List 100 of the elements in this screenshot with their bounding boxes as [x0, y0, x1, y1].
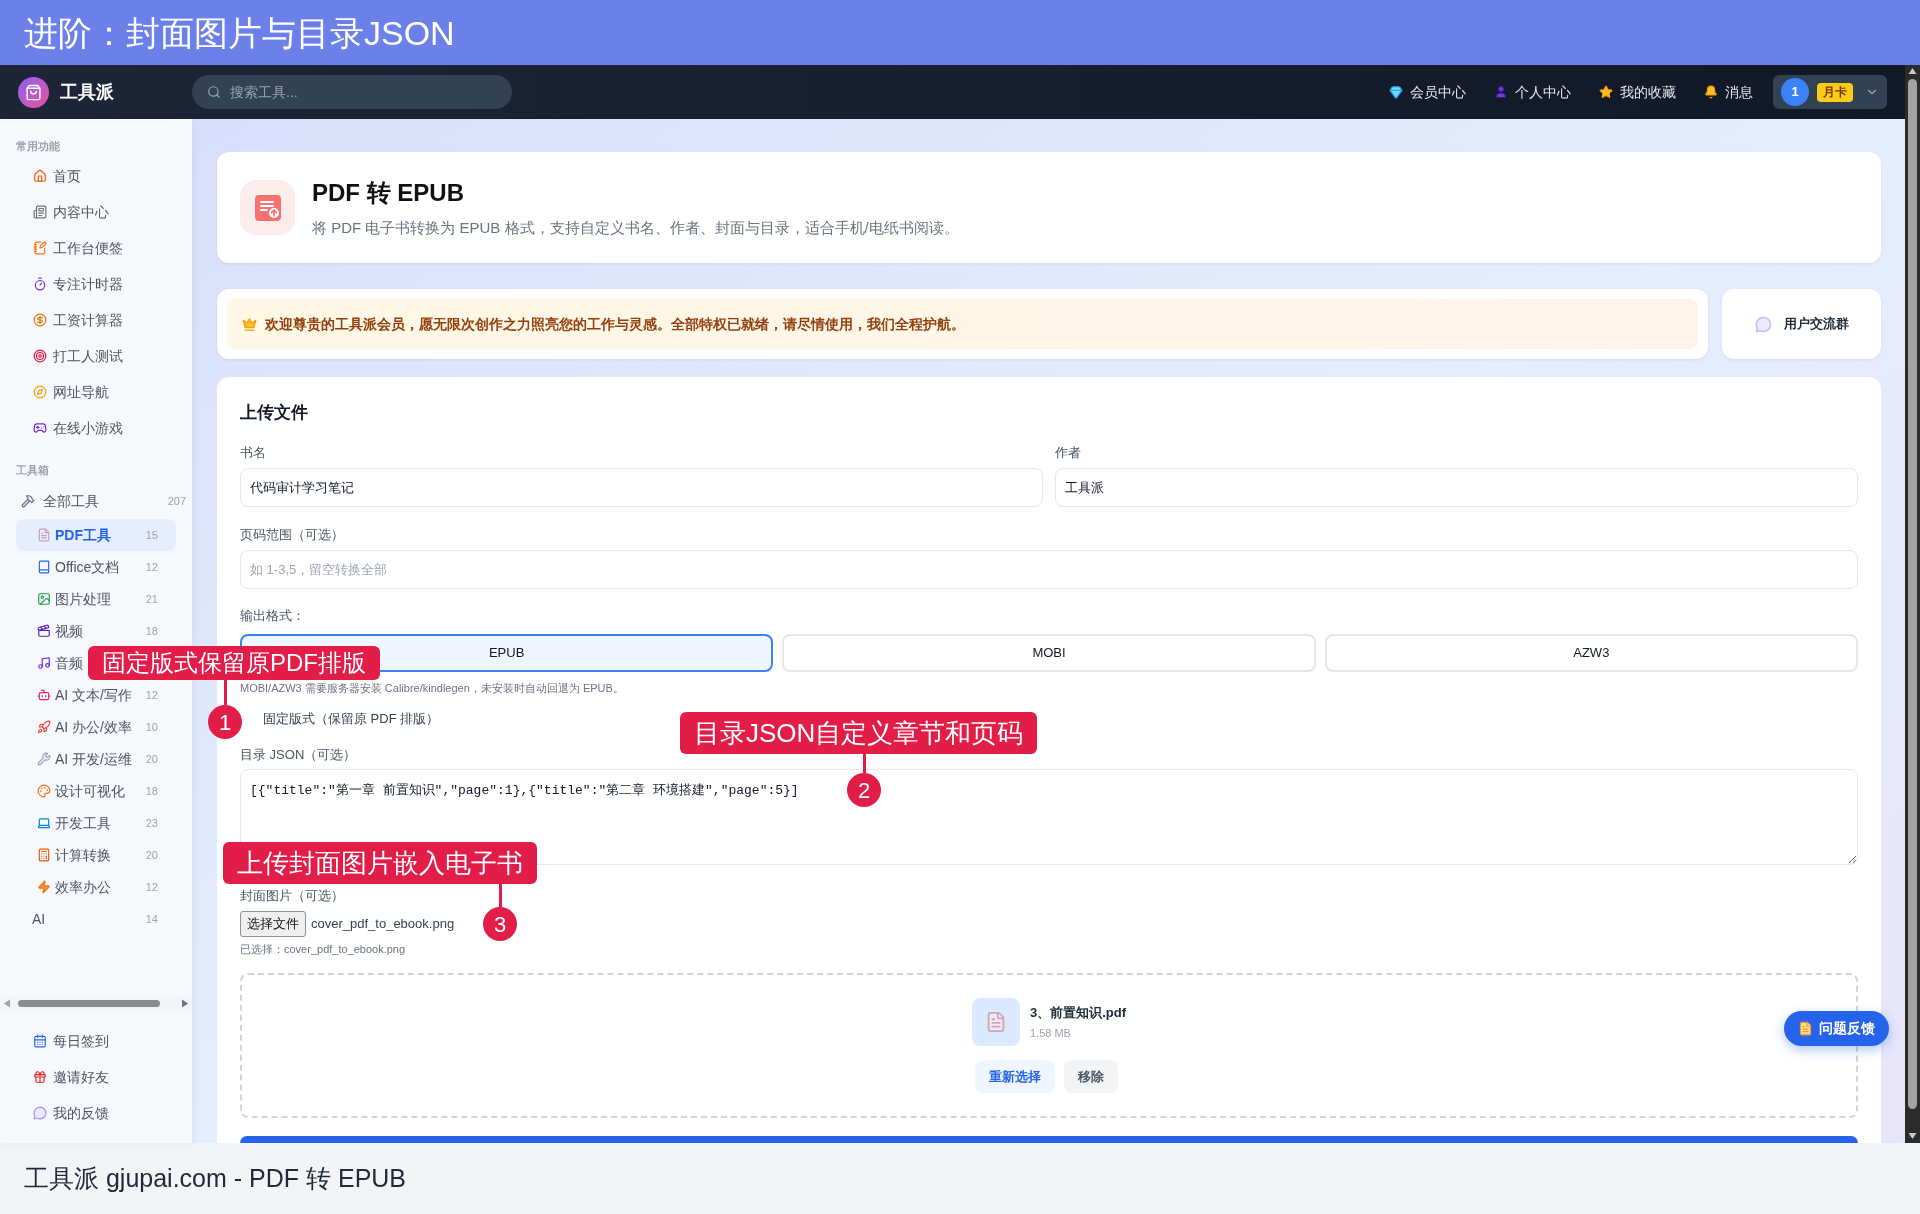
item-count: 12 [145, 559, 158, 575]
sidebar-item[interactable]: 专注计时器 [0, 266, 192, 302]
sidebar-item[interactable]: PDF工具 15 [16, 519, 176, 551]
leader-line [224, 680, 227, 705]
section-title: 上传文件 [240, 402, 308, 424]
house-icon [33, 169, 47, 183]
callout-tooltip: 固定版式保留原PDF排版 [88, 646, 380, 680]
logo-icon[interactable] [18, 76, 49, 108]
palette-icon [37, 784, 51, 798]
book-icon [37, 560, 51, 574]
stopwatch-icon [33, 277, 47, 291]
item-count: 20 [145, 847, 158, 863]
star-icon [1599, 85, 1613, 99]
document-icon [37, 528, 51, 542]
field-label: 页码范围（可选） [240, 526, 344, 544]
gift-icon [33, 1070, 47, 1084]
person-icon [1494, 85, 1508, 99]
hammer-icon [21, 494, 35, 508]
rocket-icon [37, 720, 51, 734]
sidebar-item[interactable]: 设计可视化 18 [16, 775, 176, 807]
format-option[interactable]: MOBI [782, 634, 1316, 672]
reselect-button[interactable]: 重新选择 [974, 1060, 1055, 1093]
sidebar-item[interactable]: 首页 [0, 158, 192, 194]
field-label: 封面图片（可选） [240, 887, 344, 905]
horizontal-scrollbar[interactable] [0, 996, 192, 1011]
sidebar-item[interactable]: 工资计算器 [0, 302, 192, 338]
sidebar-item[interactable]: 邀请好友 [0, 1059, 192, 1095]
section-heading: 工具箱 [15, 463, 49, 477]
sidebar-item[interactable]: 在线小游戏 [0, 410, 192, 446]
robot-icon [37, 688, 51, 702]
sidebar-item[interactable]: 效率办公 12 [16, 871, 176, 903]
nav-link[interactable]: 消息 [1704, 81, 1753, 103]
caption-text: 工具派 gjupai.com - PDF 转 EPUB [24, 1162, 407, 1194]
item-count: 21 [145, 591, 158, 607]
calculator-icon [37, 848, 51, 862]
speech-bubble-icon [1754, 315, 1772, 333]
vertical-scrollbar[interactable] [1905, 65, 1920, 1143]
nav-link[interactable]: 个人中心 [1494, 81, 1571, 103]
item-count: 15 [145, 527, 158, 543]
field-label: 目录 JSON（可选） [240, 746, 357, 764]
membership-badge: 月卡 [1817, 82, 1853, 102]
music-note-icon [37, 656, 51, 670]
lightning-icon [37, 880, 51, 894]
search-field[interactable]: 搜索工具... [192, 75, 512, 109]
welcome-message: 欢迎尊贵的工具派会员，愿无限次创作之力照亮您的工作与灵感。全部特权已就绪，请尽情使用，我们全程护航。 [265, 314, 965, 334]
sidebar-item[interactable]: AI 文本/写作 12 [16, 679, 176, 711]
sidebar-item[interactable]: AI 开发/运维 20 [16, 743, 176, 775]
sidebar-item[interactable]: 开发工具 23 [16, 807, 176, 839]
user-menu[interactable]: 1 月卡 [1773, 75, 1887, 109]
avatar: 1 [1781, 78, 1809, 106]
document-icon [971, 998, 1020, 1046]
sidebar-item[interactable]: AI 14 [16, 903, 176, 935]
choose-file-button[interactable]: 选择文件 [240, 911, 306, 937]
section-heading: 常用功能 [15, 139, 60, 153]
sidebar-item[interactable]: 计算转换 20 [16, 839, 176, 871]
item-count: 20 [145, 751, 158, 767]
author-input[interactable]: 工具派 [1055, 468, 1858, 507]
format-option[interactable]: AZW3 [1324, 634, 1858, 672]
sidebar-item[interactable]: 每日签到 [0, 1023, 192, 1059]
leader-line [499, 884, 502, 907]
page-description: 将 PDF 电子书转换为 EPUB 格式，支持自定义书名、作者、封面与目录，适合手机/电纸书阅读。 [312, 217, 959, 238]
target-icon [33, 349, 47, 363]
fixed-layout-label: 固定版式（保留原 PDF 排版） [263, 710, 440, 728]
sidebar-item[interactable]: 图片处理 21 [16, 583, 176, 615]
wrench-icon [37, 752, 51, 766]
sidebar-item[interactable]: 我的反馈 [0, 1095, 192, 1131]
document-icon [1798, 1021, 1813, 1036]
speech-bubble-icon [33, 1106, 47, 1120]
sidebar-item[interactable]: 打工人测试 [0, 338, 192, 374]
picture-icon [37, 592, 51, 606]
banner-title: 进阶：封面图片与目录JSON [24, 15, 455, 50]
remove-button[interactable]: 移除 [1063, 1060, 1118, 1093]
notepad-pen-icon [33, 241, 47, 255]
callout-tooltip: 上传封面图片嵌入电子书 [223, 842, 537, 884]
group-chat-button[interactable]: 用户交流群 [1722, 289, 1881, 359]
newspaper-icon [33, 205, 47, 219]
brand-name[interactable]: 工具派 [60, 78, 114, 106]
sidebar-item[interactable]: 全部工具 207 [0, 486, 192, 516]
nav-link[interactable]: 我的收藏 [1599, 81, 1676, 103]
sidebar-item[interactable]: Office文档 12 [16, 551, 176, 583]
item-count: 18 [145, 623, 158, 639]
sidebar-item[interactable]: AI 办公/效率 10 [16, 711, 176, 743]
feedback-button[interactable]: 问题反馈 [1784, 1011, 1889, 1046]
sidebar-item[interactable]: 网址导航 [0, 374, 192, 410]
sidebar-item[interactable]: 内容中心 [0, 194, 192, 230]
calendar-icon [33, 1034, 47, 1048]
document-upload-icon [240, 180, 295, 235]
format-note: MOBI/AZW3 需要服务器安装 Calibre/kindlegen，未安装时自动回退为 EPUB。 [240, 681, 624, 695]
nav-link[interactable]: 会员中心 [1389, 81, 1466, 103]
gamepad-icon [33, 421, 47, 435]
page-range-input[interactable]: 如 1-3,5，留空转换全部 [240, 550, 1858, 589]
item-count: 10 [145, 719, 158, 735]
laptop-icon [37, 816, 51, 830]
field-label: 作者 [1055, 444, 1081, 462]
bell-icon [1704, 85, 1718, 99]
item-count: 18 [145, 783, 158, 799]
sidebar-item[interactable]: 工作台便签 [0, 230, 192, 266]
book-title-input[interactable]: 代码审计学习笔记 [240, 468, 1043, 507]
dollar-coin-icon [33, 313, 47, 327]
sidebar-item[interactable]: 视频 18 [16, 615, 176, 647]
